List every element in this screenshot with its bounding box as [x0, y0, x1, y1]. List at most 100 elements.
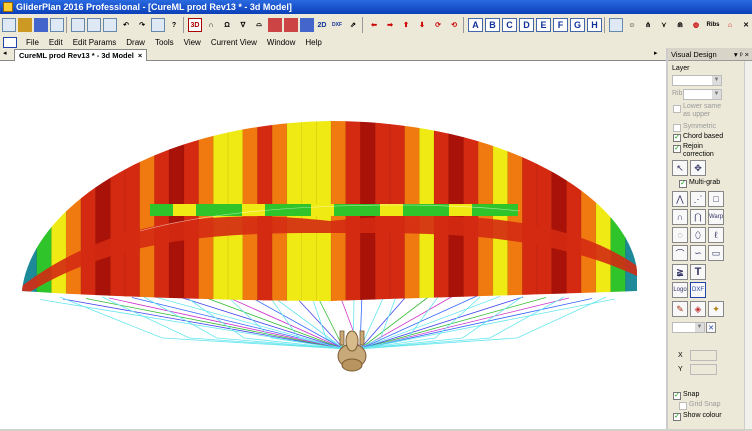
x-coordinate-field[interactable]: [690, 350, 717, 361]
arch-draw-icon[interactable]: ∩: [672, 209, 688, 225]
clear-colour-icon[interactable]: ✕: [706, 322, 716, 333]
export-icon[interactable]: ⇗: [346, 18, 360, 32]
paint-bucket-icon[interactable]: ◈: [690, 301, 706, 317]
help-icon[interactable]: ?: [167, 18, 181, 32]
show-colour-checkbox[interactable]: ✓: [673, 413, 681, 421]
close-icon[interactable]: ×: [138, 51, 142, 60]
curve-join-icon[interactable]: ∽: [690, 245, 706, 261]
menu-help[interactable]: Help: [305, 38, 321, 47]
lower-same-checkbox[interactable]: [673, 105, 681, 113]
brush-icon[interactable]: ✎: [672, 301, 688, 317]
grid-snap-checkbox[interactable]: [679, 402, 687, 410]
curve-segment-icon[interactable]: ⌒: [672, 245, 688, 261]
text-tool-button[interactable]: T: [690, 264, 706, 280]
line-set-b-button[interactable]: B: [485, 18, 500, 32]
colour-swatch-dropdown[interactable]: ▼: [672, 322, 705, 333]
point-draw-icon[interactable]: ⋰: [690, 191, 706, 207]
snap-checkbox[interactable]: ✓: [673, 392, 681, 400]
panel-controls[interactable]: ▾ ᵖ ×: [734, 50, 749, 59]
circle-draw-icon[interactable]: ◌: [672, 227, 688, 243]
freeform-draw-icon[interactable]: ℓ: [708, 227, 724, 243]
canopy-cell: [610, 121, 626, 301]
grid-view-icon[interactable]: [268, 18, 282, 32]
arrow-left-icon[interactable]: ⬅: [367, 18, 381, 32]
arrow-down-icon[interactable]: ⬇: [415, 18, 429, 32]
rib-dropdown[interactable]: ▼: [683, 89, 722, 100]
measure-icon[interactable]: [609, 18, 623, 32]
paste-icon[interactable]: [103, 18, 117, 32]
open-folder-icon[interactable]: [18, 18, 32, 32]
arrow-up-icon[interactable]: ⬆: [399, 18, 413, 32]
tab-3d-model[interactable]: CureML prod Rev13 * - 3d Model ×: [14, 49, 148, 61]
tab-scroll-right-icon[interactable]: ▸: [654, 49, 658, 57]
panel-scrollbar[interactable]: [744, 61, 752, 429]
panel-view-icon[interactable]: [284, 18, 298, 32]
arc-tool-icon[interactable]: ∩: [204, 18, 218, 32]
menu-tools[interactable]: Tools: [155, 38, 174, 47]
airfoil-icon[interactable]: ⌂: [723, 18, 737, 32]
new-file-icon[interactable]: [2, 18, 16, 32]
chord-based-checkbox[interactable]: ✓: [673, 134, 681, 142]
line-set-d-button[interactable]: D: [519, 18, 534, 32]
warp-button[interactable]: Warp: [708, 209, 724, 225]
select-pointer-icon[interactable]: ↖: [672, 160, 688, 176]
ellipse-draw-icon[interactable]: ⬯: [690, 227, 706, 243]
redo-icon[interactable]: ↷: [135, 18, 149, 32]
line-set-f-button[interactable]: F: [553, 18, 568, 32]
y-coordinate-field[interactable]: [690, 364, 717, 375]
menu-edit[interactable]: Edit: [49, 38, 63, 47]
3d-viewport[interactable]: [0, 61, 666, 429]
dxf-export-button[interactable]: DXF: [330, 18, 344, 32]
multi-grab-checkbox[interactable]: ✓: [679, 180, 687, 188]
curve-tool-icon[interactable]: ∇: [236, 18, 250, 32]
canopy-cell: [80, 121, 97, 301]
line-set-g-button[interactable]: G: [570, 18, 585, 32]
menu-draw[interactable]: Draw: [126, 38, 145, 47]
view-2d-button[interactable]: 2D: [316, 18, 328, 32]
person-icon[interactable]: ☺: [625, 18, 639, 32]
color-picker-icon[interactable]: ✦: [708, 301, 724, 317]
menu-view[interactable]: View: [184, 38, 201, 47]
window-view-icon[interactable]: [300, 18, 314, 32]
chevron-down-icon: ▼: [712, 76, 721, 85]
save-icon[interactable]: [34, 18, 48, 32]
lines-tool-icon[interactable]: ⋔: [641, 18, 655, 32]
layer-dropdown[interactable]: ▼: [672, 75, 722, 86]
tab-scroll-left-icon[interactable]: ◂: [3, 49, 7, 57]
loop-tool-icon[interactable]: Ω: [220, 18, 234, 32]
arch-alt-draw-icon[interactable]: ⋂: [690, 209, 706, 225]
undo-icon[interactable]: ↶: [119, 18, 133, 32]
color-icon[interactable]: ◍: [689, 18, 703, 32]
menu-edit-params[interactable]: Edit Params: [73, 38, 117, 47]
shape-tool-icon[interactable]: ⌓: [252, 18, 266, 32]
ribs-button[interactable]: Ribs: [705, 18, 721, 32]
risers-icon[interactable]: ⋎: [657, 18, 671, 32]
more-tools-icon[interactable]: ✕: [739, 18, 752, 32]
menu-current-view[interactable]: Current View: [211, 38, 257, 47]
ruler-icon[interactable]: ▭: [708, 245, 724, 261]
line-set-h-button[interactable]: H: [587, 18, 602, 32]
lower-same-label: Lower same as upper: [683, 103, 722, 118]
menu-window[interactable]: Window: [267, 38, 295, 47]
rotate-icon[interactable]: ⟳: [431, 18, 445, 32]
rejoin-checkbox[interactable]: ✓: [673, 145, 681, 153]
cells-icon[interactable]: ⋒: [673, 18, 687, 32]
cut-icon[interactable]: [71, 18, 85, 32]
rotate-back-icon[interactable]: ⟲: [447, 18, 461, 32]
menu-file[interactable]: File: [26, 38, 39, 47]
line-draw-icon[interactable]: ⋀: [672, 191, 688, 207]
save-all-icon[interactable]: [50, 18, 64, 32]
line-set-e-button[interactable]: E: [536, 18, 551, 32]
symmetric-checkbox[interactable]: [673, 124, 681, 132]
logo-button[interactable]: Logo: [672, 282, 688, 298]
move-tool-icon[interactable]: ✥: [690, 160, 706, 176]
line-set-c-button[interactable]: C: [502, 18, 517, 32]
rectangle-draw-icon[interactable]: □: [708, 191, 724, 207]
copy-icon[interactable]: [87, 18, 101, 32]
print-icon[interactable]: [151, 18, 165, 32]
dxf-import-button[interactable]: DXF: [690, 282, 706, 298]
strikethrough-tool-icon[interactable]: ≩: [672, 264, 688, 280]
arrow-right-icon[interactable]: ➡: [383, 18, 397, 32]
view-3d-button[interactable]: 3D: [188, 18, 202, 32]
line-set-a-button[interactable]: A: [468, 18, 483, 32]
